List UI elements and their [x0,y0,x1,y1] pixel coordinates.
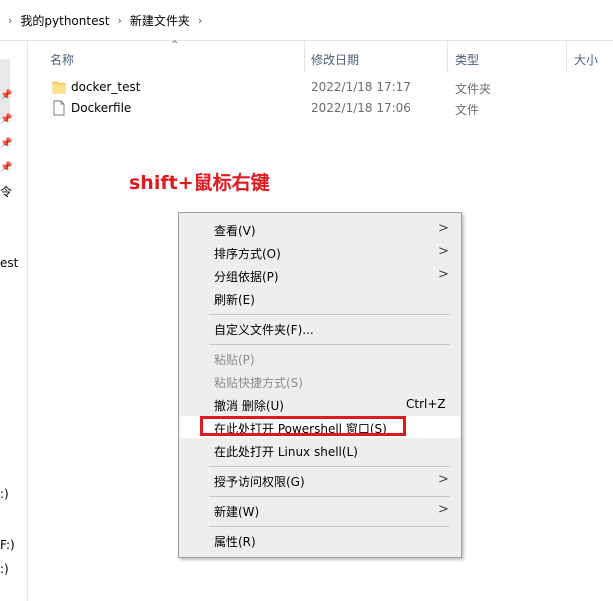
chevron-right-icon: > [438,221,449,236]
column-divider[interactable] [304,41,305,73]
menu-item-customize-folder[interactable]: 自定义文件夹(F)... [180,317,460,339]
menu-separator [209,344,450,345]
chevron-right-icon: > [438,267,449,282]
menu-item-refresh[interactable]: 刷新(E) [180,287,460,309]
menu-item-label: 排序方式(O) [214,247,281,261]
column-divider[interactable] [566,41,567,73]
pin-icon[interactable]: 📌 [0,114,12,125]
file-icon [52,100,66,119]
breadcrumb: › 我的pythontest › 新建文件夹 › [0,0,613,41]
menu-item-label: 属性(R) [214,535,256,549]
nav-item-fragment[interactable]: est [0,256,18,270]
menu-separator [209,466,450,467]
menu-item-open-linux-shell[interactable]: 在此处打开 Linux shell(L) [180,439,460,461]
menu-item-label: 授予访问权限(G) [214,475,305,489]
pin-icon[interactable]: 📌 [0,138,12,149]
menu-item-label: 自定义文件夹(F)... [214,323,314,337]
context-menu: 查看(V) > 排序方式(O) > 分组依据(P) > 刷新(E) 自定义文件夹… [178,212,462,558]
menu-item-shortcut: Ctrl+Z [406,397,446,411]
breadcrumb-separator-icon[interactable]: › [190,14,210,27]
menu-separator [209,526,450,527]
menu-item-give-access[interactable]: 授予访问权限(G) > [180,469,460,491]
nav-item-fragment[interactable]: :) [0,487,9,501]
menu-item-label: 查看(V) [214,224,256,238]
column-header-modified[interactable]: 修改日期 [311,51,359,68]
file-modified: 2022/1/18 17:17 [311,80,411,94]
menu-item-label: 分组依据(P) [214,270,279,284]
nav-item-fragment[interactable]: F:) [0,538,15,552]
pin-icon[interactable]: 📌 [0,90,12,101]
breadcrumb-item-pythontest[interactable]: 我的pythontest [20,12,109,29]
menu-item-paste: 粘贴(P) [180,347,460,369]
breadcrumb-separator-icon[interactable]: › [109,14,129,27]
breadcrumb-item-new-folder[interactable]: 新建文件夹 [130,12,190,29]
sort-ascending-icon: ^ [171,40,179,50]
menu-item-undo-delete[interactable]: 撤消 删除(U) Ctrl+Z [180,393,460,415]
menu-item-sort[interactable]: 排序方式(O) > [180,241,460,263]
nav-item-fragment[interactable]: 令 [0,183,12,200]
pin-icon[interactable]: 📌 [0,162,12,173]
column-header-size[interactable]: 大小 [574,51,598,68]
annotation-text: shift+鼠标右键 [129,172,270,194]
menu-separator [209,496,450,497]
menu-item-label: 撤消 删除(U) [214,399,284,413]
column-header-name[interactable]: 名称 [50,51,74,68]
navigation-pane: 📌 📌 📌 📌 令 est :) F:) :) [0,41,28,601]
file-name[interactable]: docker_test [71,80,140,94]
file-name[interactable]: Dockerfile [71,101,131,115]
file-type: 文件夹 [455,82,492,96]
menu-item-view[interactable]: 查看(V) > [180,218,460,240]
nav-item-fragment[interactable]: :) [0,562,9,576]
menu-item-label: 粘贴(P) [214,353,255,367]
file-modified: 2022/1/18 17:06 [311,101,411,115]
nav-scrollbar[interactable] [0,59,10,119]
menu-item-label: 新建(W) [214,505,260,519]
file-row[interactable]: Dockerfile 2022/1/18 17:06 文件 [28,98,613,119]
highlight-box [200,416,406,436]
menu-item-label: 刷新(E) [214,293,255,307]
breadcrumb-separator-icon[interactable]: › [0,14,20,27]
chevron-right-icon: > [438,472,449,487]
menu-item-new[interactable]: 新建(W) > [180,499,460,521]
menu-item-paste-shortcut: 粘贴快捷方式(S) [180,370,460,392]
menu-separator [209,314,450,315]
column-header-row: ^ 名称 修改日期 类型 大小 [28,40,613,73]
file-row[interactable]: docker_test 2022/1/18 17:17 文件夹 [28,77,613,98]
menu-item-label: 在此处打开 Linux shell(L) [214,445,358,459]
column-header-type[interactable]: 类型 [455,51,479,68]
menu-item-label: 粘贴快捷方式(S) [214,376,303,390]
column-divider[interactable] [447,41,448,73]
chevron-right-icon: > [438,502,449,517]
menu-item-group[interactable]: 分组依据(P) > [180,264,460,286]
file-type: 文件 [455,103,480,117]
chevron-right-icon: > [438,244,449,259]
folder-icon [52,79,66,98]
menu-item-properties[interactable]: 属性(R) [180,529,460,551]
